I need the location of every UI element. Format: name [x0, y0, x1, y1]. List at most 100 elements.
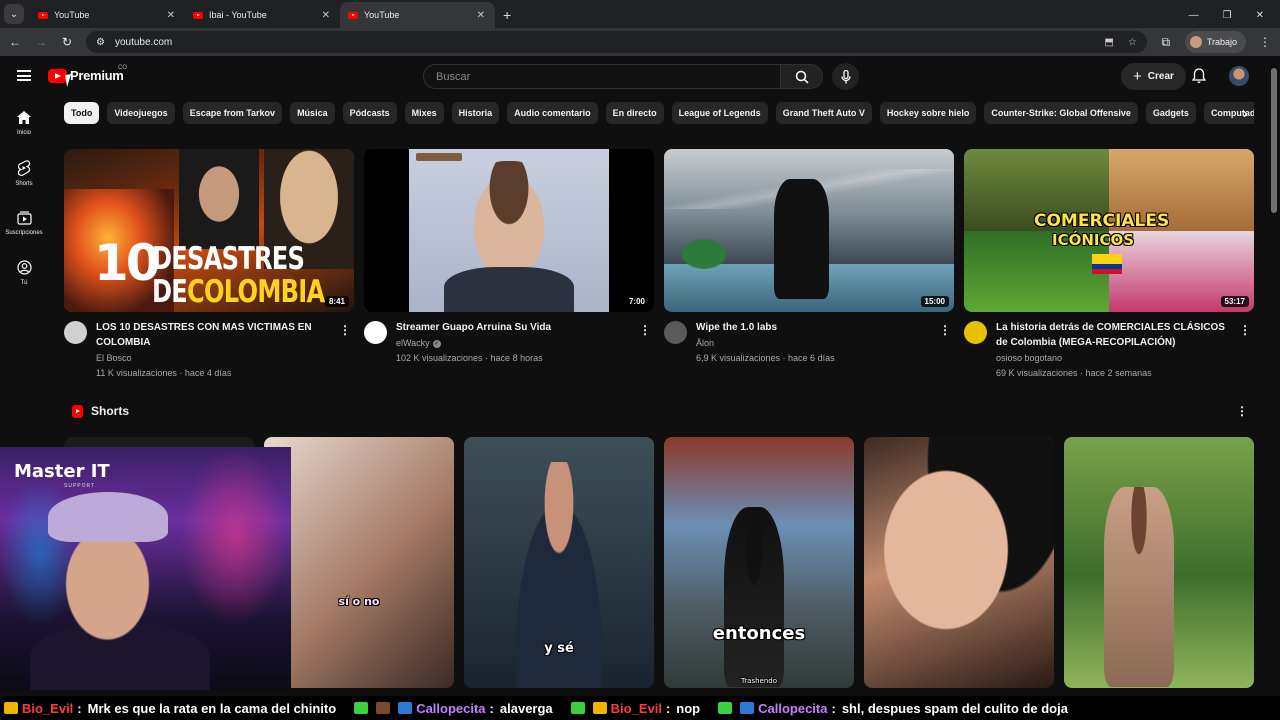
extensions-icon[interactable]: ⧉	[1159, 35, 1173, 50]
chip-videojuegos[interactable]: Videojuegos	[107, 102, 175, 124]
chip-en-directo[interactable]: En directo	[605, 102, 664, 124]
channel-name[interactable]: osioso bogotano	[996, 353, 1062, 363]
sidenav-item-home[interactable]: Inicio	[0, 98, 48, 148]
video-title[interactable]: La historia detrás de COMERCIALES CLÁSIC…	[996, 321, 1236, 350]
short-card[interactable]: y sé	[464, 437, 654, 688]
mouse-cursor-icon	[65, 73, 79, 87]
page-scrollbar[interactable]	[1271, 68, 1277, 213]
chevron-right-icon[interactable]: ›	[1243, 105, 1259, 121]
hamburger-menu-icon[interactable]	[17, 70, 31, 81]
video-meta: Streamer Guapo Arruina Su Vida elWacky ✓ …	[364, 321, 654, 381]
search-icon	[795, 70, 809, 84]
chip-musica[interactable]: Música	[290, 102, 335, 124]
colombia-flag-icon	[1092, 254, 1122, 274]
video-thumbnail[interactable]: 7:00	[364, 149, 654, 312]
short-card[interactable]	[1064, 437, 1254, 688]
video-card[interactable]: COMERCIALES ICÓNICOS 53:17 La historia d…	[964, 149, 1254, 381]
voice-search-button[interactable]	[832, 63, 859, 90]
chat-badge-icon	[354, 702, 369, 714]
channel-avatar[interactable]	[964, 321, 987, 344]
back-icon[interactable]: ←	[8, 35, 22, 49]
search-button[interactable]	[781, 64, 823, 89]
chip-csgo[interactable]: Counter-Strike: Global Offensive	[984, 102, 1138, 124]
chip-hockey[interactable]: Hockey sobre hielo	[879, 102, 977, 124]
more-options-icon[interactable]: ⋮	[1236, 404, 1248, 418]
browser-toolbar: ← → ↻ ⚙ youtube.com ⬒ ☆ ⧉ Trabajo ⋮	[0, 28, 1280, 56]
url-text: youtube.com	[114, 36, 173, 48]
video-meta: La historia detrás de COMERCIALES CLÁSIC…	[964, 321, 1254, 381]
video-card[interactable]: 7:00 Streamer Guapo Arruina Su Vida elWa…	[364, 149, 654, 381]
video-card[interactable]: 10 DESASTRES DECOLOMBIA 8:41 LOS 10 DESA…	[64, 149, 354, 381]
close-icon[interactable]: ✕	[322, 10, 330, 21]
notifications-bell-icon[interactable]	[1191, 68, 1207, 89]
forward-icon[interactable]: →	[34, 35, 48, 49]
subscriptions-icon	[16, 210, 32, 225]
chip-gadgets[interactable]: Gadgets	[1145, 102, 1196, 124]
more-options-icon[interactable]: ⋮	[339, 323, 351, 337]
channel-avatar[interactable]	[664, 321, 687, 344]
chip-league-of-legends[interactable]: League of Legends	[671, 102, 768, 124]
video-title[interactable]: Streamer Guapo Arruina Su Vida	[396, 321, 636, 336]
chip-gta-v[interactable]: Grand Theft Auto V	[775, 102, 872, 124]
browser-menu-icon[interactable]: ⋮	[1258, 35, 1272, 49]
thumbnail-body	[444, 267, 574, 312]
chip-historia[interactable]: Historia	[451, 102, 500, 124]
chip-escape-from-tarkov[interactable]: Escape from Tarkov	[182, 102, 283, 124]
channel-avatar[interactable]	[364, 321, 387, 344]
close-icon[interactable]: ✕	[167, 10, 175, 21]
sidenav-item-subscriptions[interactable]: Suscripciones	[0, 198, 48, 248]
reload-icon[interactable]: ↻	[60, 35, 74, 49]
browser-tab-2[interactable]: Ibai - YouTube ✕	[185, 2, 340, 28]
search-input[interactable]	[423, 64, 781, 89]
chip-todo[interactable]: Todo	[64, 102, 100, 124]
chat-badge-icon	[570, 702, 585, 714]
channel-name[interactable]: Ālon	[696, 338, 714, 348]
channel-name[interactable]: El Bosco	[96, 353, 132, 363]
sidenav-item-shorts[interactable]: Shorts	[0, 148, 48, 198]
more-options-icon[interactable]: ⋮	[1239, 323, 1251, 337]
close-icon[interactable]: ✕	[477, 10, 485, 21]
chip-audio-comentario[interactable]: Audio comentario	[507, 102, 598, 124]
more-options-icon[interactable]: ⋮	[639, 323, 651, 337]
thumbnail-text-highlight: COLOMBIA	[187, 274, 325, 310]
chat-username: Callopecita	[416, 700, 486, 716]
maximize-icon[interactable]: ❐	[1223, 10, 1232, 21]
tab-search-button[interactable]: ⌄	[4, 4, 24, 24]
tab-title: YouTube	[54, 10, 90, 20]
video-title[interactable]: Wipe the 1.0 labs	[696, 321, 936, 336]
close-window-icon[interactable]: ✕	[1256, 10, 1264, 21]
thumbnail-soldier	[774, 179, 829, 299]
short-card[interactable]: sí o no	[264, 437, 454, 688]
install-app-icon[interactable]: ⬒	[1104, 37, 1113, 48]
side-navigation: Inicio Shorts Suscripciones Tú	[0, 98, 48, 298]
browser-tab-1[interactable]: YouTube ✕	[30, 2, 185, 28]
browser-tab-3[interactable]: YouTube ✕	[340, 2, 495, 28]
video-card[interactable]: 15:00 Wipe the 1.0 labs Ālon 6,9 K visua…	[664, 149, 954, 381]
chip-mixes[interactable]: Mixes	[404, 102, 444, 124]
create-button[interactable]: + Crear	[1121, 63, 1186, 90]
account-avatar[interactable]	[1229, 66, 1249, 86]
site-info-icon[interactable]: ⚙	[96, 37, 105, 48]
channel-name[interactable]: elWacky ✓	[396, 338, 441, 348]
short-card[interactable]: entonces Trashendo	[664, 437, 854, 688]
address-bar[interactable]: ⚙ youtube.com ⬒ ☆	[86, 31, 1147, 53]
bookmark-star-icon[interactable]: ☆	[1128, 37, 1137, 48]
channel-avatar[interactable]	[64, 321, 87, 344]
new-tab-button[interactable]: +	[503, 7, 511, 23]
video-title[interactable]: LOS 10 DESASTRES CON MAS VICTIMAS EN COL…	[96, 321, 336, 350]
video-thumbnail[interactable]: 10 DESASTRES DECOLOMBIA 8:41	[64, 149, 354, 312]
youtube-premium-logo[interactable]: Premium CO	[48, 65, 127, 83]
omnibox-actions: ⬒ ☆	[1104, 37, 1136, 48]
video-thumbnail[interactable]: COMERCIALES ICÓNICOS 53:17	[964, 149, 1254, 312]
streamer-webcam-overlay: Master IT SUPPORT	[0, 447, 291, 690]
short-card[interactable]	[864, 437, 1054, 688]
minimize-icon[interactable]: —	[1189, 10, 1199, 21]
video-thumbnail[interactable]: 15:00	[664, 149, 954, 312]
create-label: Crear	[1147, 71, 1174, 82]
profile-button[interactable]: Trabajo	[1184, 31, 1246, 53]
shorts-icon	[17, 159, 31, 176]
chip-podcasts[interactable]: Pódcasts	[342, 102, 397, 124]
sidenav-item-you[interactable]: Tú	[0, 248, 48, 298]
more-options-icon[interactable]: ⋮	[939, 323, 951, 337]
short-caption: entonces	[712, 623, 806, 644]
